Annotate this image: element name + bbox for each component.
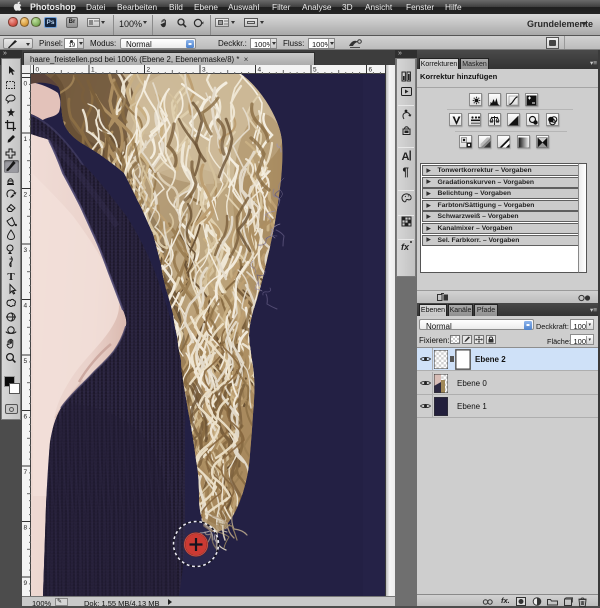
svg-text:0: 0 xyxy=(24,81,28,88)
svg-text:0: 0 xyxy=(36,67,40,74)
svg-text:T: T xyxy=(7,271,15,282)
svg-text:8: 8 xyxy=(24,525,28,532)
svg-text:5: 5 xyxy=(24,358,28,365)
svg-text:¶: ¶ xyxy=(403,167,410,178)
svg-text:3: 3 xyxy=(24,247,28,254)
svg-text:4: 4 xyxy=(24,303,28,310)
svg-text:1: 1 xyxy=(24,136,28,143)
svg-text:2: 2 xyxy=(24,192,28,199)
svg-text:fx: fx xyxy=(401,242,410,252)
svg-text:9: 9 xyxy=(24,580,28,587)
svg-text:4: 4 xyxy=(258,67,262,74)
svg-text:6: 6 xyxy=(369,67,373,74)
svg-text:5: 5 xyxy=(313,67,317,74)
svg-text:A: A xyxy=(402,151,410,162)
svg-text:7: 7 xyxy=(24,469,28,476)
svg-text:6: 6 xyxy=(24,414,28,421)
svg-text:1: 1 xyxy=(91,67,95,74)
svg-text:3: 3 xyxy=(202,67,206,74)
svg-text:2: 2 xyxy=(147,67,151,74)
